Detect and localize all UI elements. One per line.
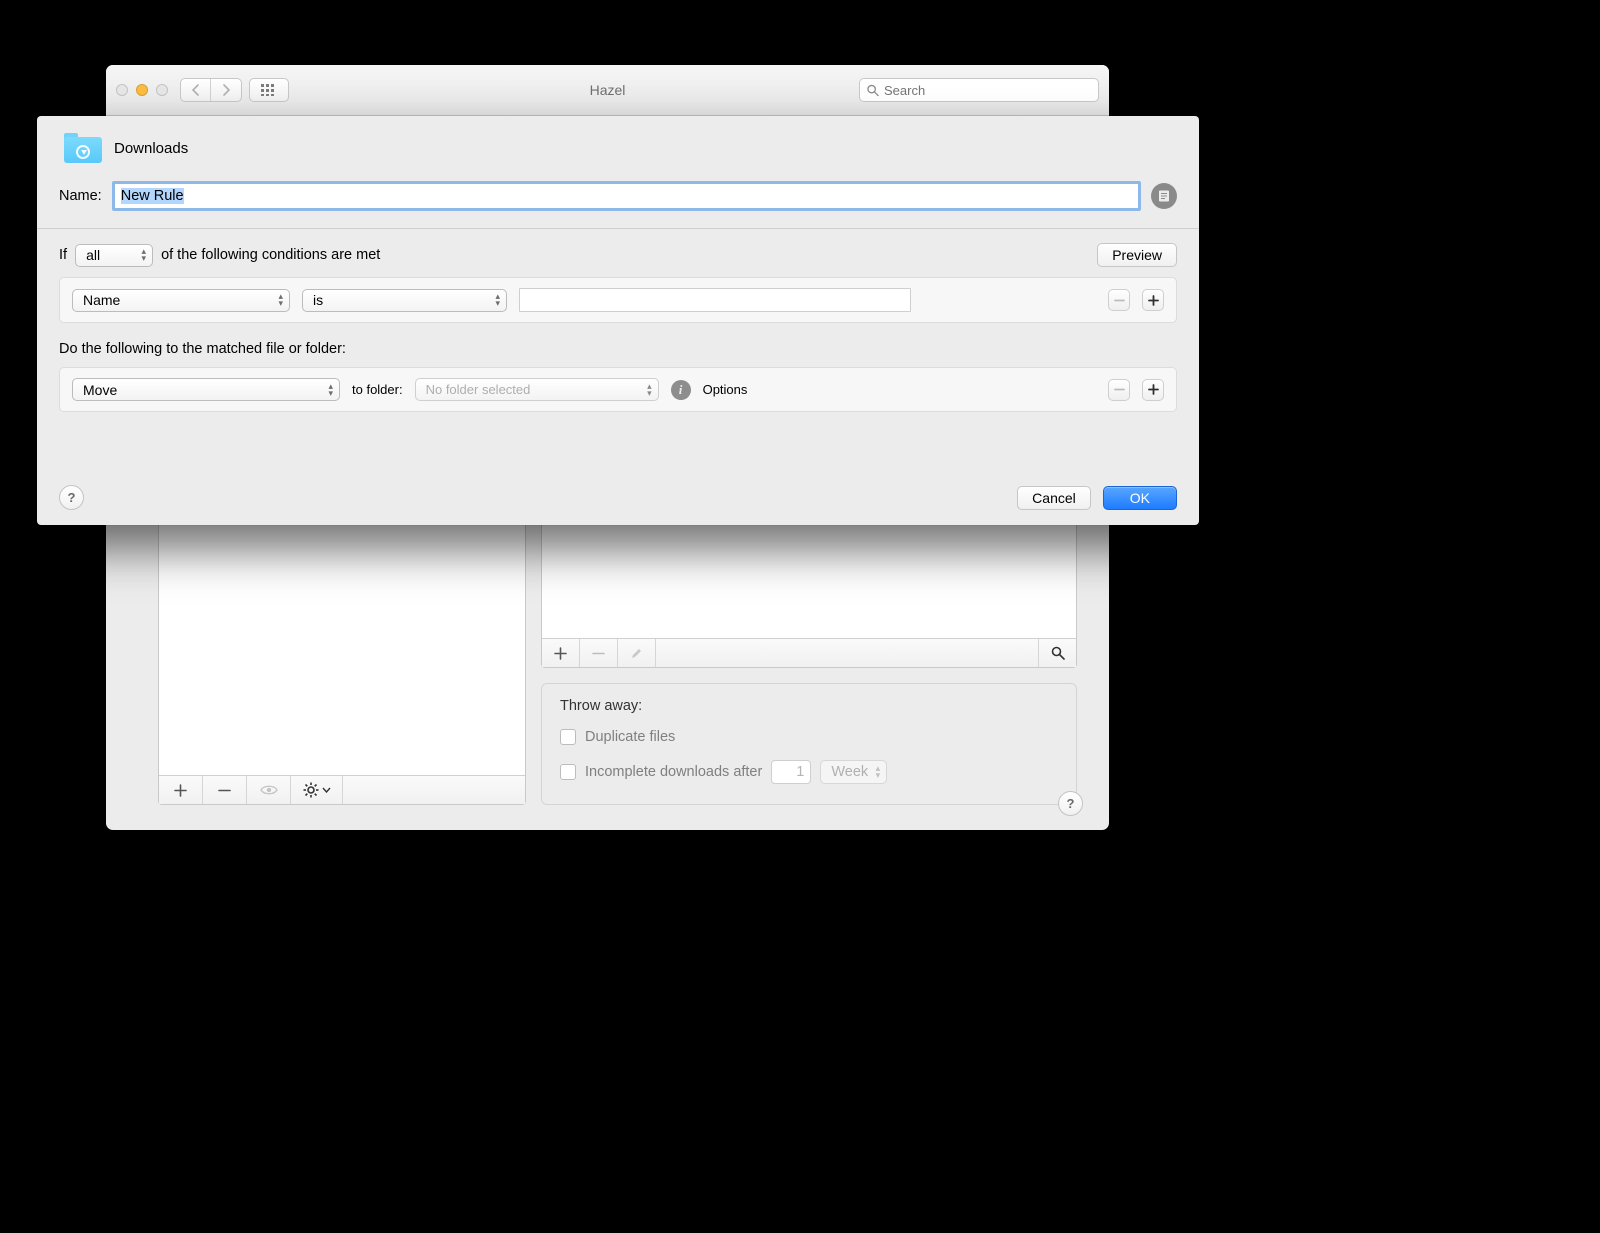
search-rules-button[interactable] [1038,639,1076,667]
condition-attribute-select[interactable]: Name [72,289,290,312]
folders-footer [159,775,525,804]
grid-view-button[interactable] [249,78,289,102]
note-icon [1157,189,1171,203]
preview-folder-button[interactable] [247,776,291,804]
gear-icon [303,782,319,798]
duplicate-files-row: Duplicate files [560,729,1058,745]
info-icon[interactable]: i [671,380,691,400]
minus-icon [1114,295,1125,306]
close-window-button[interactable] [116,84,128,96]
duplicate-files-checkbox[interactable] [560,729,576,745]
edit-rule-button[interactable] [618,639,656,667]
options-label[interactable]: Options [703,382,748,397]
remove-folder-button[interactable] [203,776,247,804]
to-folder-label: to folder: [352,382,403,397]
add-condition-button[interactable] [1142,289,1164,311]
plus-icon [554,647,567,660]
duplicate-files-label: Duplicate files [585,729,675,745]
rule-name-input[interactable] [115,184,1138,208]
remove-action-button[interactable] [1108,379,1130,401]
condition-row: Name is [59,277,1177,323]
actions-label: Do the following to the matched file or … [59,341,1177,357]
toolbar-search[interactable] [859,78,1099,102]
folder-actions-menu[interactable] [291,776,343,804]
condition-scope-select[interactable]: all [75,244,153,267]
rules-footer [542,638,1076,667]
incomplete-downloads-row: Incomplete downloads after 1 Week ▴▾ [560,760,1058,784]
add-action-button[interactable] [1142,379,1164,401]
rule-editor-sheet: Downloads Name: If all of the following … [37,116,1199,525]
throw-away-panel: Throw away: Duplicate files Incomplete d… [541,683,1077,805]
minus-icon [1114,384,1125,395]
sheet-footer: ? Cancel OK [59,473,1177,510]
window-controls [116,84,168,96]
remove-rule-button[interactable] [580,639,618,667]
nav-back-forward [180,78,242,102]
incomplete-downloads-checkbox[interactable] [560,764,576,780]
cancel-button[interactable]: Cancel [1017,486,1091,510]
plus-icon [1148,384,1159,395]
search-icon [1051,646,1065,660]
name-label: Name: [59,188,102,204]
eye-icon [260,784,278,796]
remove-condition-button[interactable] [1108,289,1130,311]
action-row: Move to folder: No folder selected i Opt… [59,367,1177,412]
incomplete-downloads-unit[interactable]: Week ▴▾ [820,760,887,784]
plus-icon [1148,295,1159,306]
minus-icon [592,647,605,660]
preview-button[interactable]: Preview [1097,243,1177,267]
minus-icon [218,784,231,797]
zoom-window-button[interactable] [156,84,168,96]
minimize-window-button[interactable] [136,84,148,96]
condition-operator-select[interactable]: is [302,289,507,312]
destination-folder-select[interactable]: No folder selected [415,378,659,401]
chevron-down-icon [322,787,331,793]
chevron-right-icon [221,84,231,96]
sheet-help-button[interactable]: ? [59,485,84,510]
folder-name: Downloads [114,140,188,157]
add-rule-button[interactable] [542,639,580,667]
incomplete-downloads-label: Incomplete downloads after [585,764,762,780]
action-verb-select[interactable]: Move [72,378,340,401]
downloads-folder-icon [64,133,102,163]
search-icon [867,84,879,97]
conditions-header: If all of the following conditions are m… [59,243,1177,267]
titlebar: Hazel [106,65,1109,116]
toolbar-search-input[interactable] [884,83,1091,98]
if-suffix: of the following conditions are met [161,247,380,263]
if-prefix: If [59,247,67,263]
condition-value-input[interactable] [519,288,911,312]
notes-button[interactable] [1151,183,1177,209]
throw-away-title: Throw away: [560,698,1058,714]
back-button[interactable] [181,79,211,101]
grid-icon [261,84,277,96]
pencil-icon [630,647,643,660]
divider [37,228,1199,229]
rule-name-row: Name: [59,181,1177,211]
folder-header: Downloads [59,133,1177,163]
chevron-left-icon [191,84,201,96]
plus-icon [174,784,187,797]
add-folder-button[interactable] [159,776,203,804]
ok-button[interactable]: OK [1103,486,1177,510]
name-field-wrap [112,181,1141,211]
incomplete-downloads-value[interactable]: 1 [771,760,811,784]
help-button[interactable]: ? [1058,791,1083,816]
forward-button[interactable] [211,79,241,101]
